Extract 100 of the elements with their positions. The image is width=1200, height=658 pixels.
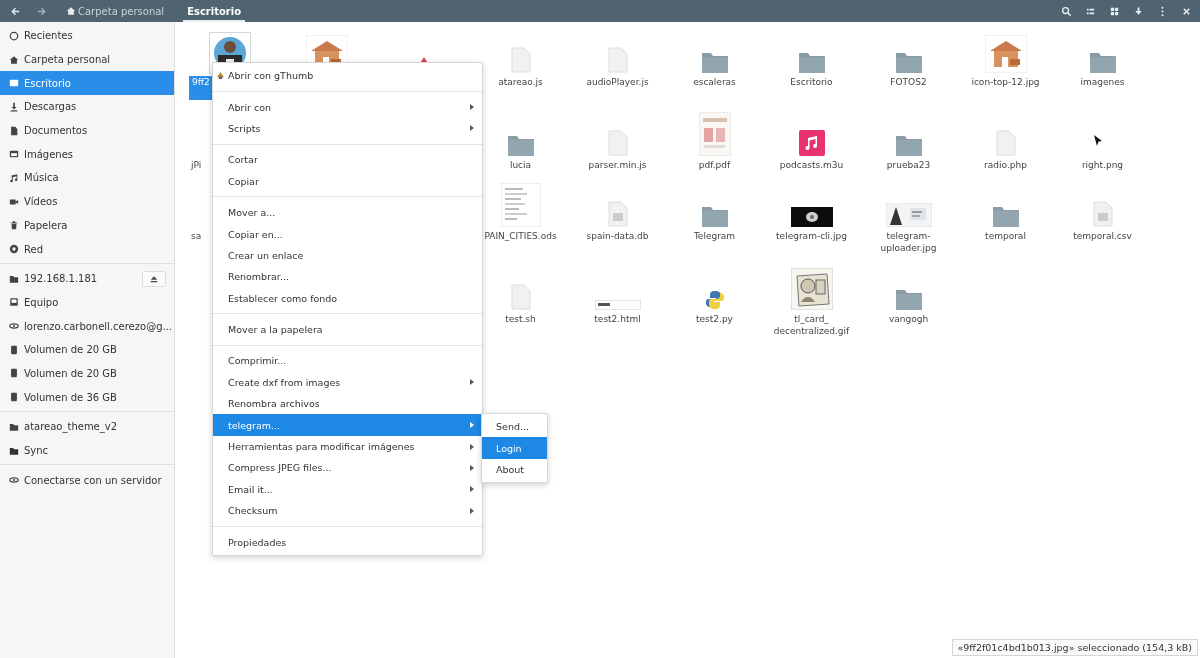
menu-item[interactable]: Crear un enlace — [213, 244, 482, 267]
path-button[interactable]: Carpeta personal — [62, 0, 169, 22]
file-name[interactable]: parser.min.js — [586, 159, 649, 171]
menu-item[interactable]: Mover a la papelera — [213, 318, 482, 341]
search-icon[interactable] — [1061, 5, 1072, 17]
sidebar-item[interactable]: 192.168.1.181 — [0, 266, 174, 291]
image-icon — [9, 149, 19, 160]
sidebar-label: Documentos — [24, 125, 89, 137]
file-name[interactable]: Telegram — [691, 230, 738, 242]
menu-item[interactable]: Renombra archivos — [213, 393, 482, 415]
menu-item[interactable]: Renombrar... — [213, 266, 482, 288]
menu-item[interactable]: Create dxf from images — [213, 371, 482, 394]
submenu-arrow-icon — [470, 422, 474, 429]
menu-label: Abrir con gThumb — [228, 70, 315, 82]
file-name[interactable]: icon-top-12.jpg — [969, 76, 1042, 88]
menu-item[interactable]: telegram... — [213, 414, 482, 436]
sidebar-item[interactable]: Red — [0, 237, 174, 261]
menu-item[interactable]: About — [482, 458, 547, 481]
download-icon[interactable] — [1133, 5, 1144, 17]
sidebar-item[interactable]: Recientes — [0, 24, 174, 48]
menu-item[interactable]: Compress JPEG files... — [213, 457, 482, 479]
file-name[interactable]: Escritorio — [788, 76, 835, 88]
sidebar-item[interactable]: Sync — [0, 438, 174, 463]
drive-icon — [9, 368, 19, 379]
menu-item[interactable]: Scripts — [213, 117, 482, 140]
menu-label: telegram... — [228, 419, 282, 431]
sidebar-item[interactable]: Volumen de 20 GB — [0, 361, 174, 386]
file-name[interactable]: PAIN_CITIES.ods — [482, 230, 559, 242]
submenu-arrow-icon — [470, 443, 474, 450]
sidebar-item[interactable]: Volumen de 36 GB — [0, 385, 174, 409]
file-name[interactable]: test.sh — [503, 313, 538, 325]
sidebar-item[interactable]: Vídeos — [0, 189, 174, 214]
back-icon[interactable] — [10, 5, 21, 17]
sidebar-item[interactable]: Música — [0, 166, 174, 190]
menu-item[interactable]: Copiar — [213, 170, 482, 192]
menu-item[interactable]: Copiar en... — [213, 223, 482, 245]
sidebar-item[interactable]: Descargas — [0, 95, 174, 119]
sidebar-item[interactable]: Imágenes — [0, 142, 174, 167]
music-icon — [9, 172, 19, 183]
sidebar-label: Papelera — [24, 219, 69, 231]
file-name[interactable]: temporal — [983, 230, 1028, 242]
submenu-arrow-icon — [470, 104, 474, 111]
menu-label: Mover a... — [228, 207, 277, 219]
sidebar-item[interactable]: Documentos — [0, 118, 174, 143]
file-name[interactable]: sa — [189, 230, 204, 242]
sidebar-item[interactable]: Carpeta personal — [0, 47, 174, 72]
file-name[interactable]: radio.php — [982, 159, 1029, 171]
file-name[interactable]: temporal.csv — [1071, 230, 1134, 242]
folder-icon — [895, 51, 922, 73]
file-name[interactable]: vangogh — [886, 313, 931, 325]
file-name[interactable]: lucia — [507, 159, 534, 171]
menu-item[interactable]: Propiedades — [213, 531, 482, 553]
menu-item[interactable]: Mover a... — [213, 201, 482, 224]
app-icon — [217, 72, 224, 80]
path-button[interactable]: Escritorio — [183, 0, 246, 22]
eject-button[interactable] — [142, 270, 166, 287]
menu-item[interactable]: Abrir con — [213, 96, 482, 118]
menu-item[interactable]: Email it... — [213, 478, 482, 501]
file-name[interactable]: tl_card_ decentralized.gif — [771, 313, 852, 337]
forward-icon[interactable] — [36, 5, 47, 17]
menu-item[interactable]: Comprimir... — [213, 350, 482, 372]
file-icon — [1092, 201, 1113, 227]
status-text: «9ff2f01c4bd1b013.jpg» seleccionado (154,3 kB) — [951, 639, 1198, 656]
sidebar-label: atareao_theme_v2 — [24, 421, 119, 433]
sidebar-item[interactable]: Equipo — [0, 290, 174, 315]
file-name[interactable]: test2.html — [592, 313, 643, 325]
sidebar-label: lorenzo.carbonell.cerezo@g... — [24, 320, 173, 332]
menu-item[interactable]: Abrir con gThumb — [213, 65, 482, 87]
sidebar-item[interactable]: Conectarse con un servidor — [0, 468, 174, 493]
sidebar-label: Escritorio — [24, 77, 72, 89]
drive-icon — [9, 344, 19, 355]
sidebar-label: Volumen de 20 GB — [24, 344, 118, 356]
close-icon[interactable] — [1181, 5, 1192, 17]
file-name[interactable]: test2.py — [694, 313, 735, 325]
file-name[interactable]: pdf.pdf — [696, 159, 733, 171]
folder-icon — [992, 205, 1019, 227]
file-name[interactable]: telegram-cli.jpg — [774, 230, 849, 242]
sidebar-item[interactable]: Volumen de 20 GB — [0, 337, 174, 362]
download-icon — [9, 101, 19, 112]
file-name[interactable]: audioPlayer.js — [584, 76, 651, 88]
file-name[interactable]: spain-data.db — [584, 230, 651, 242]
file-name[interactable]: FOTOS2 — [888, 76, 929, 88]
file-name[interactable]: prueba23 — [884, 159, 933, 171]
sidebar-item[interactable]: lorenzo.carbonell.cerezo@g... — [0, 314, 174, 338]
menu-item[interactable]: Establecer como fondo — [213, 287, 482, 309]
file-name[interactable]: podcasts.m3u — [777, 159, 846, 171]
file-name[interactable]: telegram-uploader.jpg — [860, 230, 957, 254]
menu-item[interactable]: Send... — [482, 416, 547, 438]
sidebar-item[interactable]: atareao_theme_v2 — [0, 415, 174, 439]
file-name[interactable]: atareao.js — [496, 76, 545, 88]
file-name[interactable]: imagenes — [1078, 76, 1127, 88]
menu-item[interactable]: Herramientas para modificar imágenes — [213, 435, 482, 458]
menu-item[interactable]: Checksum — [213, 500, 482, 522]
file-name[interactable]: escaleras — [691, 76, 738, 88]
sidebar-item[interactable]: Papelera — [0, 213, 174, 238]
menu-item[interactable]: Cortar — [213, 149, 482, 171]
menu-item[interactable]: Login — [482, 437, 547, 459]
file-name[interactable]: jPi — [189, 159, 204, 171]
grid-view-icon[interactable] — [1109, 5, 1120, 17]
file-name[interactable]: right.png — [1079, 159, 1126, 171]
